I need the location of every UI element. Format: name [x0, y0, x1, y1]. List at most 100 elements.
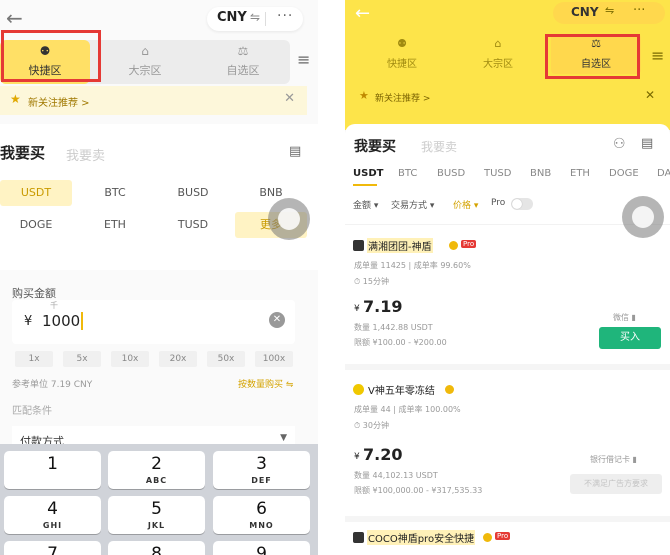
back-arrow-icon[interactable]: ←: [6, 6, 23, 30]
left-screenshot: ← CNY ⇋ ··· ⚉ 快捷区 ⌂ 大宗区 ⚖ 自选区 ≡ ★ 新关注推荐 …: [0, 0, 318, 555]
disabled-buy-button: 不满足广告方要求: [570, 474, 662, 494]
pro-label: Pro: [491, 198, 506, 208]
close-icon[interactable]: ✕: [284, 91, 295, 106]
notice-text: 新关注推荐 >: [28, 98, 90, 109]
order-limit: 限额 ¥100.00 - ¥200.00: [354, 338, 447, 347]
key-8[interactable]: 8: [108, 541, 205, 555]
merchant-listing: V神五年零冻结 成单量 44 | 成单率 100.00% ⏱ 30分钟 ¥ 7.…: [345, 380, 670, 510]
currency-selector[interactable]: CNY ⇋ ···: [207, 7, 303, 31]
coin-eth[interactable]: ETH: [570, 168, 590, 179]
listing-divider: [345, 516, 670, 522]
merchant-avatar: [353, 384, 364, 395]
clear-icon[interactable]: ✕: [269, 312, 285, 328]
multiplier-chip[interactable]: 20x: [159, 351, 197, 367]
match-conditions-label: 匹配条件: [12, 406, 52, 417]
merchant-avatar: [353, 240, 364, 251]
tab-bulk[interactable]: ⌂ 大宗区: [100, 40, 190, 84]
building-icon: ⌂: [494, 37, 502, 50]
available-quantity: 数量 44,102.13 USDT: [354, 471, 438, 480]
currency-symbol: ¥: [354, 452, 360, 462]
key-2[interactable]: 2 ABC: [108, 451, 205, 489]
tab-label: 大宗区: [128, 64, 162, 77]
user-settings-icon[interactable]: ⚇: [613, 136, 626, 152]
order-list-icon[interactable]: ▤: [289, 144, 301, 159]
tab-express[interactable]: ⚉ 快捷区: [357, 34, 447, 74]
key-3[interactable]: 3 DEF: [213, 451, 310, 489]
coin-busd[interactable]: BUSD: [437, 168, 465, 179]
active-tab-underline: [353, 184, 377, 186]
coin-tusd[interactable]: TUSD: [157, 212, 229, 238]
merchant-stats: 成单量 11425 | 成单率 99.60%: [354, 261, 471, 270]
coin-eth[interactable]: ETH: [79, 212, 151, 238]
coin-usdt[interactable]: USDT: [0, 180, 72, 206]
sell-tab[interactable]: 我要卖: [421, 138, 457, 155]
multiplier-chip[interactable]: 5x: [63, 351, 101, 367]
buy-by-quantity-link[interactable]: 按数量购买 ⇋: [238, 377, 293, 390]
coin-busd[interactable]: BUSD: [157, 180, 229, 206]
coin-btc[interactable]: BTC: [79, 180, 151, 206]
reference-price: 参考单位 7.19 CNY: [12, 380, 93, 390]
key-9[interactable]: 9: [213, 541, 310, 555]
coin-bnb[interactable]: BNB: [530, 168, 551, 179]
tab-label: 自选区: [226, 64, 260, 77]
more-icon[interactable]: ···: [633, 3, 645, 18]
tab-bulk[interactable]: ⌂ 大宗区: [453, 34, 543, 74]
merchant-name[interactable]: 满湘团团-神盾: [367, 238, 433, 253]
multiplier-chip[interactable]: 1x: [15, 351, 53, 367]
available-quantity: 数量 1,442.88 USDT: [354, 323, 433, 332]
coin-doge[interactable]: DOGE: [609, 168, 639, 179]
coin-tusd[interactable]: TUSD: [484, 168, 511, 179]
price-filter[interactable]: 价格 ▾: [453, 198, 478, 211]
multiplier-chip[interactable]: 100x: [255, 351, 293, 367]
back-arrow-icon[interactable]: ←: [355, 3, 370, 24]
coin-more[interactable]: DA: [657, 168, 670, 179]
amount-title: 购买金额: [12, 287, 56, 300]
payment-time: ⏱ 15分钟: [354, 277, 389, 286]
key-number: 4: [47, 499, 58, 519]
key-1[interactable]: 1: [4, 451, 101, 489]
menu-icon[interactable]: ≡: [297, 50, 310, 69]
multiplier-chip[interactable]: 10x: [111, 351, 149, 367]
currency-selector[interactable]: CNY ⇋ ···: [553, 2, 665, 24]
buy-button[interactable]: 买入: [599, 327, 661, 349]
assistive-touch-button[interactable]: [268, 198, 310, 240]
payment-filter[interactable]: 交易方式 ▾: [391, 198, 434, 211]
key-number: 6: [256, 499, 267, 519]
coin-doge[interactable]: DOGE: [0, 212, 72, 238]
multiplier-chip[interactable]: 50x: [207, 351, 245, 367]
key-5[interactable]: 5 JKL: [108, 496, 205, 534]
merchant-name[interactable]: COCO神盾pro安全快捷: [367, 530, 476, 545]
menu-icon[interactable]: ≡: [651, 46, 664, 65]
pro-toggle[interactable]: [511, 198, 533, 210]
sell-tab[interactable]: 我要卖: [66, 145, 105, 164]
amount-filter[interactable]: 金额 ▾: [353, 198, 378, 211]
payment-time: ⏱ 30分钟: [354, 421, 389, 430]
choice-icon: ⚖: [237, 44, 249, 58]
notice-banner[interactable]: ★ 新关注推荐 > ✕: [0, 86, 307, 115]
tab-label: 大宗区: [483, 59, 513, 70]
star-icon: ★: [359, 89, 369, 102]
notice-banner[interactable]: ★ 新关注推荐 > ✕: [349, 84, 665, 110]
order-list-icon[interactable]: ▤: [641, 136, 653, 151]
divider: [345, 224, 670, 225]
more-icon[interactable]: ···: [277, 8, 293, 24]
key-number: 9: [256, 544, 267, 555]
currency-label: CNY: [217, 10, 247, 25]
buy-tab[interactable]: 我要买: [0, 142, 45, 163]
merchant-listing: COCO神盾pro安全快捷 Pro: [345, 529, 670, 555]
key-7[interactable]: 7: [4, 541, 101, 555]
amount-value[interactable]: 1000: [42, 312, 84, 330]
pro-badge: Pro: [461, 240, 477, 248]
notice-text: 新关注推荐 >: [375, 94, 431, 104]
merchant-name[interactable]: V神五年零冻结: [367, 382, 436, 397]
key-4[interactable]: 4 GHI: [4, 496, 101, 534]
close-icon[interactable]: ✕: [645, 88, 655, 102]
tab-optional[interactable]: ⚖ 自选区: [198, 40, 288, 84]
key-6[interactable]: 6 MNO: [213, 496, 310, 534]
coin-btc[interactable]: BTC: [398, 168, 417, 179]
amount-input[interactable]: 千 ¥ 1000 ✕: [12, 300, 295, 344]
coin-usdt[interactable]: USDT: [353, 168, 383, 179]
numeric-keypad: 1 2 ABC 3 DEF 4 GHI 5 JKL 6 MNO 7 8 9: [0, 444, 318, 555]
assistive-touch-button[interactable]: [622, 196, 664, 238]
buy-tab[interactable]: 我要买: [354, 136, 396, 156]
